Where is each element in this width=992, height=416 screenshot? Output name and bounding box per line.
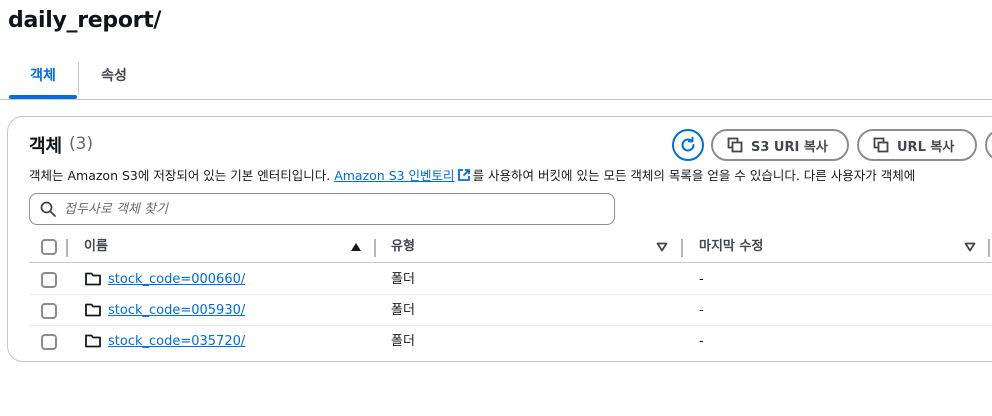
- table-row[interactable]: stock_code=035720/ 폴더 -: [29, 326, 992, 357]
- column-header-name[interactable]: 이름: [84, 233, 108, 261]
- row-checkbox[interactable]: [41, 272, 57, 288]
- refresh-button[interactable]: [672, 129, 704, 161]
- row-checkbox[interactable]: [41, 334, 57, 350]
- object-last-modified: -: [699, 272, 704, 287]
- tab-divider: [78, 62, 79, 94]
- copy-icon: [727, 137, 743, 153]
- sort-down-icon[interactable]: [964, 242, 976, 252]
- page-title: daily_report/: [8, 8, 162, 33]
- table-row[interactable]: stock_code=000660/ 폴더 -: [29, 264, 992, 295]
- object-last-modified: -: [699, 303, 704, 318]
- copy-url-label: URL 복사: [897, 139, 955, 155]
- table-row[interactable]: stock_code=005930/ 폴더 -: [29, 295, 992, 326]
- object-last-modified: -: [699, 334, 704, 349]
- folder-icon: [85, 334, 101, 348]
- object-link[interactable]: stock_code=000660/: [108, 272, 245, 287]
- panel-description: 객체는 Amazon S3에 저장되어 있는 기본 엔터티입니다. Amazon…: [29, 165, 915, 184]
- sort-down-icon[interactable]: [656, 242, 668, 252]
- object-type: 폴더: [391, 334, 415, 349]
- object-name[interactable]: stock_code=035720/: [108, 326, 245, 357]
- column-separator: [374, 239, 376, 257]
- column-separator: [988, 239, 990, 257]
- folder-icon: [85, 272, 101, 286]
- description-text-cont: 를 사용하여 버킷에 있는 모든 객체의 목록을 얻을 수 있습니다. 다른 사…: [472, 168, 916, 183]
- object-link[interactable]: stock_code=035720/: [108, 334, 245, 349]
- object-count: (3): [69, 134, 94, 154]
- column-header-last-modified[interactable]: 마지막 수정: [699, 233, 763, 261]
- external-link-icon[interactable]: [457, 168, 471, 182]
- sort-up-icon[interactable]: [350, 242, 362, 252]
- search-input[interactable]: [64, 201, 584, 217]
- copy-s3-uri-label: S3 URI 복사: [751, 139, 828, 155]
- search-box[interactable]: [29, 193, 615, 225]
- search-icon: [40, 201, 56, 217]
- panel-title: 객체: [29, 136, 63, 157]
- select-all-checkbox[interactable]: [41, 239, 57, 255]
- tab-bar: 객체 속성: [0, 56, 992, 100]
- column-separator: [681, 239, 683, 257]
- copy-icon: [873, 137, 889, 153]
- object-type: 폴더: [391, 303, 415, 318]
- object-name[interactable]: stock_code=005930/: [108, 295, 245, 326]
- object-name[interactable]: stock_code=000660/: [108, 264, 245, 295]
- row-checkbox[interactable]: [41, 303, 57, 319]
- column-header-type[interactable]: 유형: [391, 233, 415, 261]
- copy-url-button[interactable]: URL 복사: [857, 129, 977, 161]
- refresh-icon: [681, 136, 695, 152]
- object-link[interactable]: stock_code=005930/: [108, 303, 245, 318]
- table-header: 이름 유형 마지막 수정: [29, 233, 992, 263]
- object-type: 폴더: [391, 272, 415, 287]
- inventory-link[interactable]: Amazon S3 인벤토리: [334, 168, 454, 183]
- active-tab-indicator: [9, 95, 77, 99]
- tab-properties[interactable]: 속성: [84, 56, 144, 99]
- folder-icon: [85, 303, 101, 317]
- column-separator: [66, 239, 68, 257]
- description-text: 객체는 Amazon S3에 저장되어 있는 기본 엔터티입니다.: [29, 168, 335, 183]
- tab-objects[interactable]: 객체: [9, 56, 77, 99]
- copy-s3-uri-button[interactable]: S3 URI 복사: [711, 129, 849, 161]
